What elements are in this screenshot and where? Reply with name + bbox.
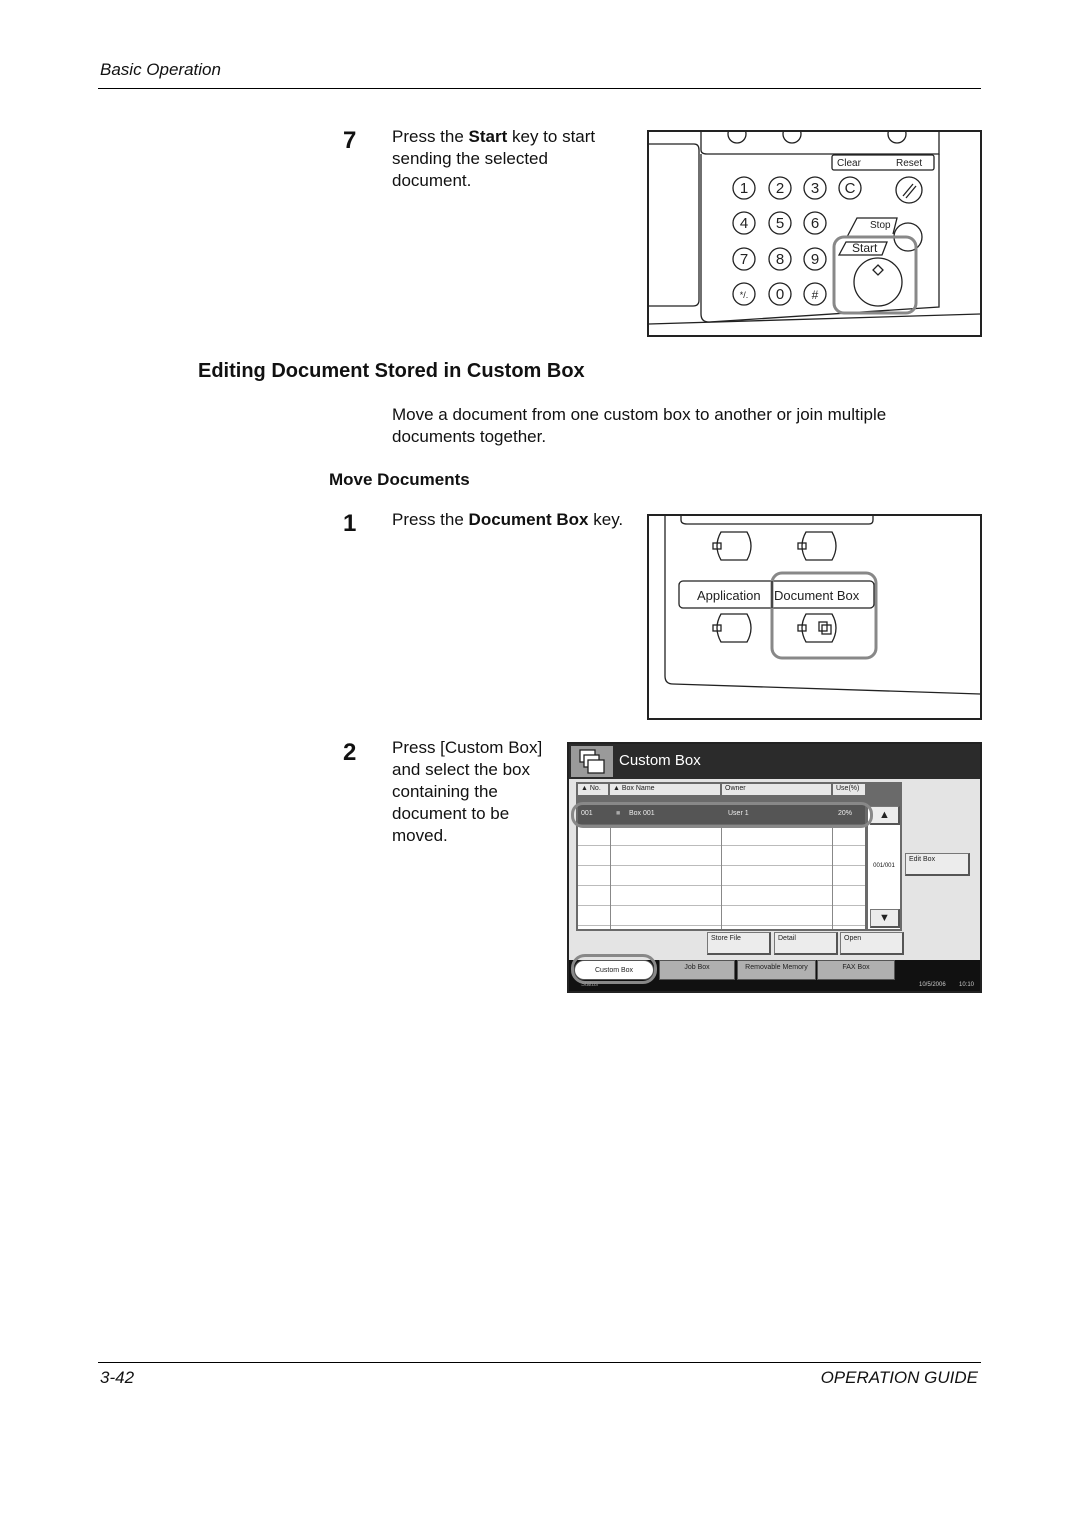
key-8[interactable]: 8	[776, 251, 784, 268]
panel-illustration: Application Document Box	[647, 514, 982, 720]
footer-rule	[98, 1362, 981, 1363]
open-button[interactable]: Open	[840, 932, 904, 955]
text: documents together.	[392, 427, 547, 446]
key-hash[interactable]: #	[812, 288, 819, 302]
start-key-label: Start	[468, 127, 508, 146]
key-0[interactable]: 0	[776, 286, 784, 303]
key-5[interactable]: 5	[776, 215, 784, 232]
screen-title: Custom Box	[619, 752, 701, 769]
section-header: Basic Operation	[100, 60, 221, 79]
page-indicator: 001/001	[873, 863, 895, 869]
step-number: 2	[343, 739, 357, 766]
text: No.	[589, 785, 601, 792]
text: sending the selected	[392, 149, 548, 168]
custom-box-screen: Custom Box ▲ No. ▲ Box Name Owner Use(%)…	[567, 742, 982, 993]
column-header-use: Use(%)	[833, 784, 865, 795]
key-9[interactable]: 9	[811, 251, 819, 268]
scroll-up-button[interactable]: ▲	[870, 806, 900, 825]
intro-text: Move a document from one custom box to a…	[392, 404, 886, 448]
text: key.	[588, 510, 624, 529]
step-2-text: Press [Custom Box] and select the box co…	[392, 737, 542, 847]
detail-button[interactable]: Detail	[774, 932, 838, 955]
text: moved.	[392, 826, 448, 845]
tab-removable-memory[interactable]: Removable Memory	[737, 960, 816, 980]
highlight-ring	[571, 802, 873, 828]
keypad-illustration: Clear Reset Stop Start 1 2 3 C 4 5 6 7 8…	[647, 130, 982, 337]
tab-job-box[interactable]: Job Box	[659, 960, 735, 980]
header-rule	[98, 88, 981, 89]
text: Box Name	[621, 785, 655, 792]
key-1[interactable]: 1	[740, 180, 748, 197]
key-2[interactable]: 2	[776, 180, 784, 197]
document-box-icon	[571, 746, 613, 777]
key-7[interactable]: 7	[740, 251, 748, 268]
text: Move a document from one custom box to a…	[392, 405, 887, 424]
key-6[interactable]: 6	[811, 215, 819, 232]
column-header-no[interactable]: ▲ No.	[578, 784, 608, 795]
stop-key-label: Stop	[870, 220, 891, 231]
store-file-button[interactable]: Store File	[707, 932, 771, 955]
step-number: 1	[343, 510, 357, 537]
date: 10/5/2006	[919, 982, 946, 988]
scroll-down-button[interactable]: ▼	[870, 909, 900, 928]
clear-key-label: Clear	[837, 158, 862, 169]
column-header-owner: Owner	[722, 784, 831, 795]
text: Press [Custom Box]	[392, 738, 543, 757]
document-box-key-label: Document Box	[774, 588, 860, 603]
edit-box-button[interactable]: Edit Box	[905, 853, 970, 876]
step-7-text: Press the Start key to start sending the…	[392, 126, 595, 192]
text: document to be	[392, 804, 510, 823]
subheading: Move Documents	[329, 470, 470, 489]
document-box-key-label: Document Box	[468, 510, 589, 529]
section-heading: Editing Document Stored in Custom Box	[198, 360, 585, 382]
step-1-text: Press the Document Box key.	[392, 509, 623, 531]
text: and select the box	[392, 760, 530, 779]
text: Press the	[392, 127, 469, 146]
time: 10:10	[959, 982, 975, 988]
highlight-ring	[571, 954, 657, 984]
guide-title: OPERATION GUIDE	[820, 1368, 978, 1387]
column-header-box-name[interactable]: ▲ Box Name	[610, 784, 720, 795]
text: containing the	[392, 782, 498, 801]
key-asterisk[interactable]: */.	[740, 290, 749, 300]
text: Press the	[392, 510, 469, 529]
key-4[interactable]: 4	[740, 215, 748, 232]
step-number: 7	[343, 127, 357, 154]
application-key-label: Application	[697, 588, 761, 603]
page-number: 3-42	[100, 1368, 135, 1387]
key-clear[interactable]: C	[845, 180, 856, 197]
start-key-label: Start	[852, 241, 878, 255]
key-3[interactable]: 3	[811, 180, 819, 197]
tab-fax-box[interactable]: FAX Box	[817, 960, 895, 980]
text: key to start	[507, 127, 596, 146]
text: document.	[392, 171, 472, 190]
reset-key-label: Reset	[896, 158, 922, 169]
status-button[interactable]: Status	[581, 982, 598, 988]
